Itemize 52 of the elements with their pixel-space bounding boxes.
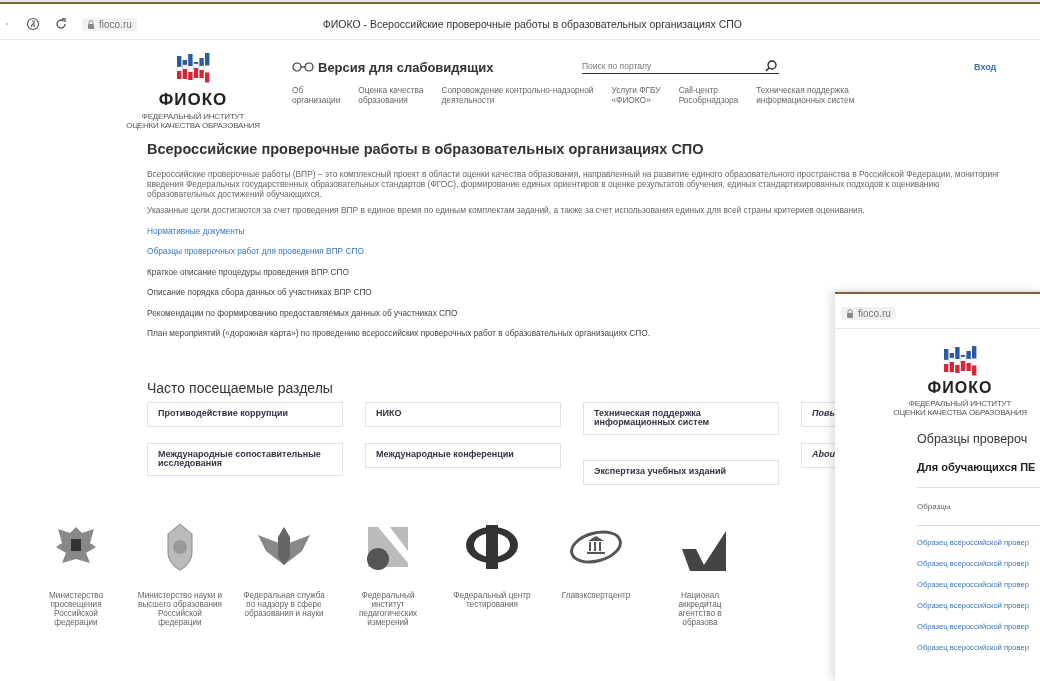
page-title: ФИОКО - Всероссийские проверочные работы в образовательных организациях СПО — [321, 18, 743, 30]
section-link-card[interactable]: Противодействие коррупции — [147, 401, 343, 427]
body-paragraph: Указанные цели достигаются за счет проведения ВПР в единое время по единым комплектам заданий, а также за счет использования единых для всей страны критериев оценивания. — [147, 204, 866, 215]
accessibility-link[interactable]: Версия для слабовидящих — [318, 59, 494, 75]
document-link[interactable]: Образцы проверочных работ для проведения ВПР СПО — [147, 241, 364, 262]
logo-subtitle: ФЕДЕРАЛЬНЫЙ ИНСТИТУТ ОЦЕНКИ КАЧЕСТВА ОБРАЗОВАНИЯ — [126, 113, 260, 131]
partner-caption[interactable]: Министерство науки и высшего образования Российской федерации — [137, 590, 223, 627]
nav-link[interactable]: Call-центр Рособрнадзора — [678, 86, 739, 106]
address-bar[interactable]: fioco.ru — [841, 307, 896, 320]
page-heading: Образцы провероч — [917, 431, 1028, 446]
body-paragraph: Всероссийские проверочные работы (ВПР) – это комплексный проект в области оценки качества образования, направленный на развитие единого образовательного пространства в Российской Федерации, мониторинг введения Федеральных государственных образовательных стандартов (ФГОС), формирование единых ориентиров в оценке результатов обучения, единых стандартизированных подходов к оцениванию образовательных достижений обучающихся. — [147, 168, 1000, 199]
nav-link[interactable]: Сопровождение контрольно-надзорной деятельности — [441, 86, 594, 106]
reload-icon[interactable] — [54, 17, 68, 31]
partner-caption[interactable]: Федеральный институт педагогических измерений — [358, 590, 418, 627]
partner-caption[interactable]: Главэкспертцентр — [561, 590, 631, 600]
subheading: Для обучающихся ПЕ — [917, 460, 1037, 473]
section-link-card[interactable]: Экспертиза учебных изданий — [583, 459, 779, 485]
login-link[interactable]: Вход — [974, 62, 997, 72]
glasses-icon — [292, 62, 314, 72]
page-heading: Всероссийские проверочные работы в образовательных организациях СПО — [147, 140, 705, 157]
lock-icon — [846, 309, 854, 318]
partner-caption[interactable]: Национал аккредитац агентство в образова — [678, 590, 722, 627]
partner-caption[interactable]: Федеральный центр тестирования — [453, 590, 531, 609]
document-link[interactable]: Нормативные документы — [147, 220, 245, 242]
logo-text: ФИОКО — [927, 379, 993, 397]
url-text: fioco.ru — [99, 18, 132, 30]
logo-bars-icon — [942, 343, 978, 379]
document-text: Краткое описание процедуры проведения ВПР СПО — [147, 265, 349, 279]
search-icon[interactable] — [765, 60, 777, 72]
section-link-card[interactable]: Международные сопоставительные исследования — [147, 442, 343, 476]
section-link-card[interactable]: Техническая поддержка информационных систем — [583, 401, 779, 435]
section-link-card[interactable]: Международные конференции — [365, 442, 561, 468]
document-text: План мероприятий («дорожная карта») по проведению всероссийских проверочных работ в образовательных организациях СПО. — [147, 327, 651, 341]
url-text: fioco.ru — [858, 308, 891, 319]
nav-link[interactable]: Об организации — [292, 86, 341, 106]
search-field[interactable]: Поиск по порталу — [582, 60, 779, 74]
section-heading: Часто посещаемые разделы — [147, 379, 333, 396]
nav-link[interactable]: Техническая поддержка информационных систем — [756, 86, 855, 106]
address-bar[interactable]: fioco.ru — [82, 17, 137, 31]
section-link-card[interactable]: НИКО — [365, 401, 561, 427]
logo-text: ФИОКО — [158, 90, 228, 110]
lock-icon — [87, 19, 95, 29]
browser-logo-icon[interactable] — [26, 17, 40, 31]
nav-link[interactable]: Оценка качества образования — [358, 86, 424, 106]
section-label: Образцы — [917, 501, 951, 511]
partner-caption[interactable]: Федеральная служба по надзору в сфере образования и науки — [243, 590, 325, 618]
logo-bars-icon — [175, 50, 211, 86]
partner-caption[interactable]: Министерство просвещения Российской федерации — [49, 590, 103, 627]
nav-link[interactable]: Услуги ФГБУ «ФИОКО» — [611, 86, 661, 106]
logo-subtitle: ФЕДЕРАЛЬНЫЙ ИНСТИТУТ ОЦЕНКИ КАЧЕСТВА ОБРАЗОВАНИЯ — [893, 400, 1027, 418]
document-text: Рекомендации по формированию предоставляемых данных об участниках СПО — [147, 306, 458, 320]
document-text: Описание порядка сбора данных об участниках ВПР СПО — [147, 286, 372, 300]
